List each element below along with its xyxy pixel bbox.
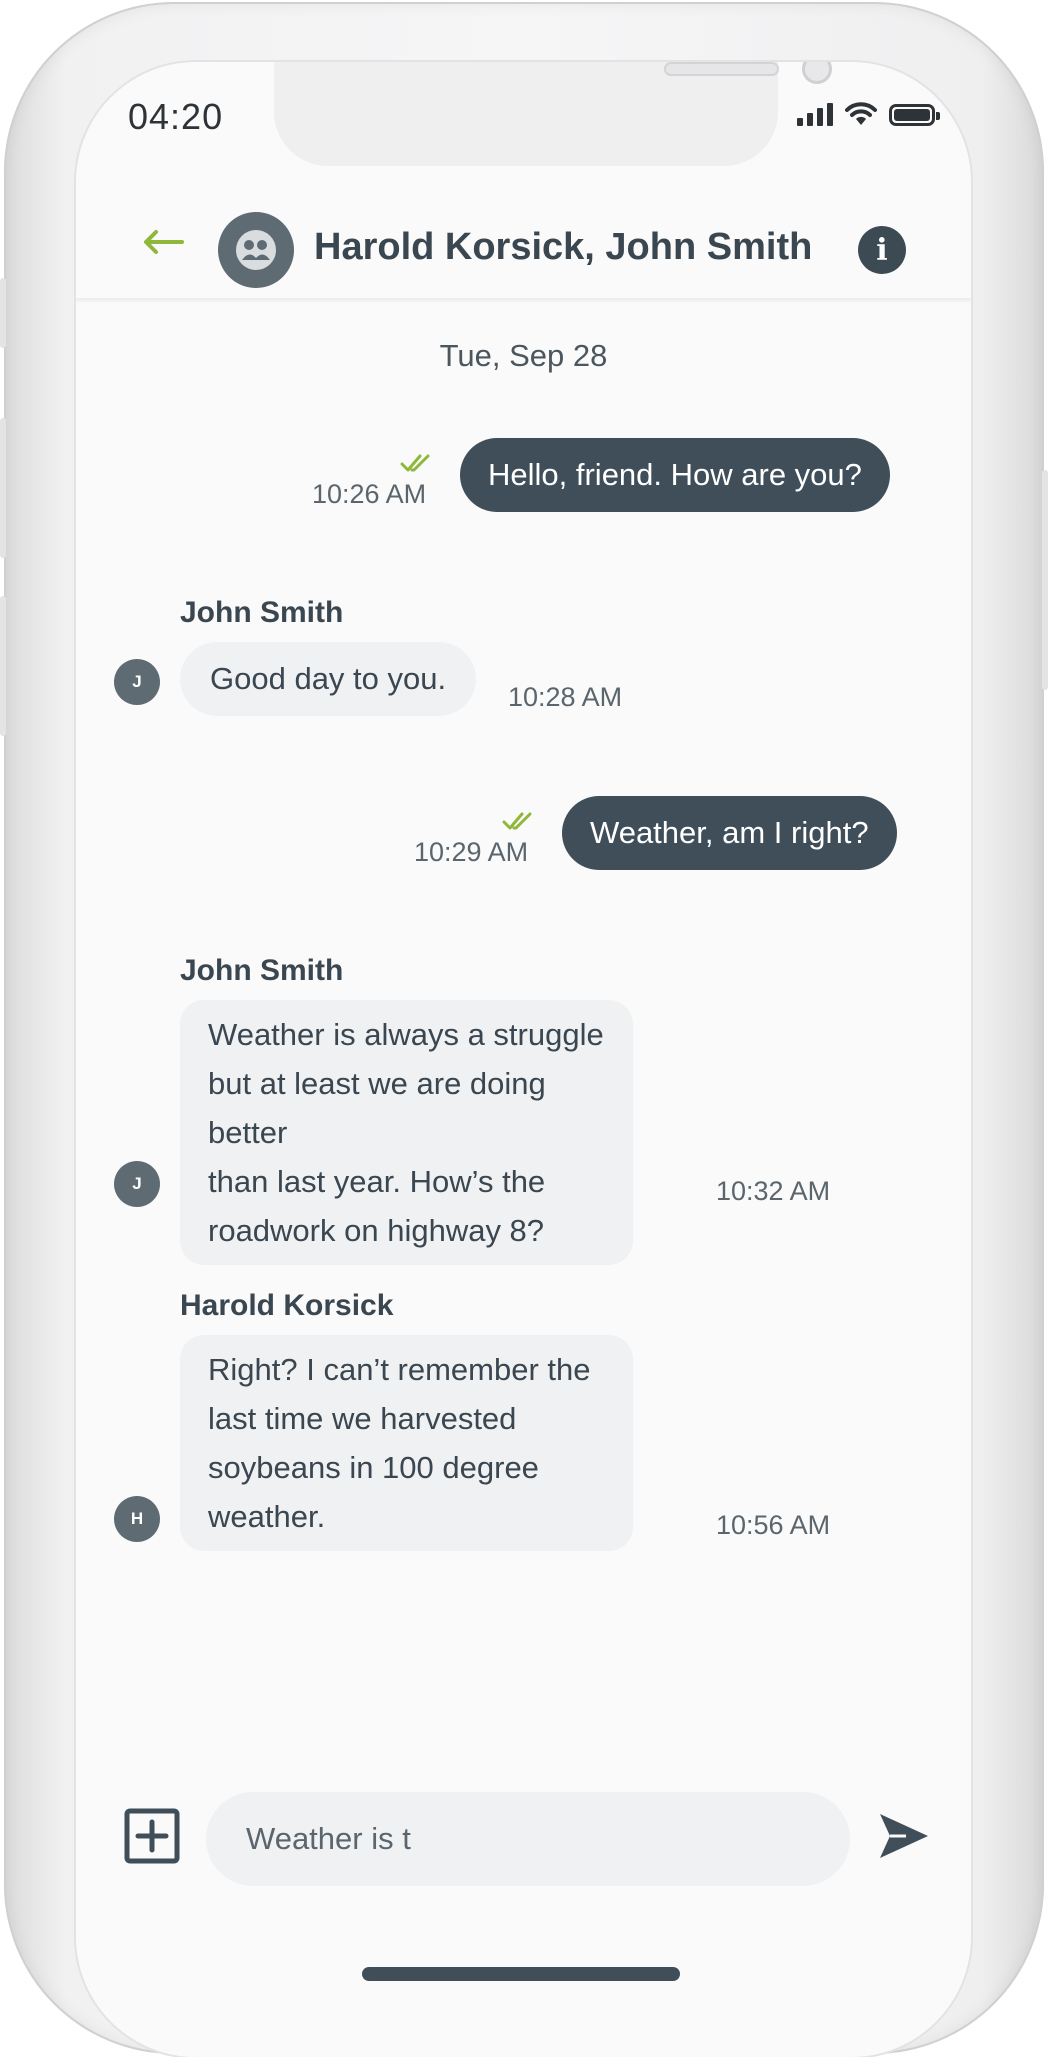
- avatar: J: [114, 659, 160, 705]
- status-icons: [797, 102, 940, 126]
- volume-up-button: [0, 418, 6, 558]
- message-bubble-outgoing: Weather, am I right?: [562, 796, 897, 870]
- message-timestamp: 10:32 AM: [716, 1176, 831, 1206]
- earpiece-speaker: [664, 62, 779, 76]
- power-button: [1042, 470, 1048, 690]
- message-line: Right? I can’t remember the: [208, 1352, 591, 1387]
- sender-name: Harold Korsick: [180, 1289, 394, 1322]
- wifi-icon: [845, 102, 877, 125]
- message-timestamp: 10:28 AM: [508, 682, 623, 712]
- sender-name: John Smith: [180, 954, 344, 987]
- group-icon: [236, 230, 276, 270]
- plus-square-icon[interactable]: [124, 1808, 180, 1864]
- chat-header: Harold Korsick, John Smith i: [76, 190, 971, 298]
- battery-icon: [889, 104, 940, 126]
- message-bubble-incoming: Good day to you.: [180, 642, 477, 716]
- volume-down-button: [0, 596, 6, 736]
- message-input[interactable]: [244, 1820, 812, 1858]
- message-timestamp: 10:56 AM: [716, 1510, 831, 1540]
- message-timestamp: 10:29 AM: [414, 837, 529, 867]
- cellular-signal-icon: [797, 102, 833, 126]
- phone-screen: 04:20 Harold Korsick, John Smith i Tue, …: [76, 62, 971, 2057]
- front-camera: [802, 62, 832, 84]
- message-bubble-outgoing: Hello, friend. How are you?: [460, 438, 890, 512]
- message-bubble-incoming: Right? I can’t remember the last time we…: [180, 1335, 633, 1551]
- avatar: H: [114, 1496, 160, 1542]
- home-indicator: [362, 1967, 680, 1981]
- silent-switch: [0, 278, 6, 348]
- message-line: Weather is always a struggle: [208, 1017, 604, 1052]
- double-check-icon: [400, 454, 430, 472]
- avatar: J: [114, 1161, 160, 1207]
- group-avatar: [218, 212, 294, 288]
- message-line: roadwork on highway 8?: [208, 1213, 545, 1248]
- message-bubble-incoming: Weather is always a struggle but at leas…: [180, 1000, 633, 1265]
- message-line: than last year. How’s the: [208, 1164, 546, 1199]
- message-line: soybeans in 100 degree: [208, 1450, 539, 1485]
- double-check-icon: [502, 812, 532, 830]
- info-icon[interactable]: i: [858, 226, 906, 274]
- message-line: last time we harvested: [208, 1401, 517, 1436]
- notch: [274, 62, 832, 166]
- message-line: weather.: [208, 1499, 326, 1534]
- arrow-left-icon[interactable]: [138, 222, 188, 262]
- date-separator: Tue, Sep 28: [439, 338, 608, 373]
- message-timestamp: 10:26 AM: [312, 479, 427, 509]
- message-line: but at least we are doing better: [208, 1066, 546, 1150]
- send-icon[interactable]: [876, 1808, 932, 1864]
- message-composer: [206, 1792, 850, 1886]
- sender-name: John Smith: [180, 596, 344, 629]
- chat-title: Harold Korsick, John Smith: [314, 226, 813, 268]
- status-time: 04:20: [128, 96, 224, 137]
